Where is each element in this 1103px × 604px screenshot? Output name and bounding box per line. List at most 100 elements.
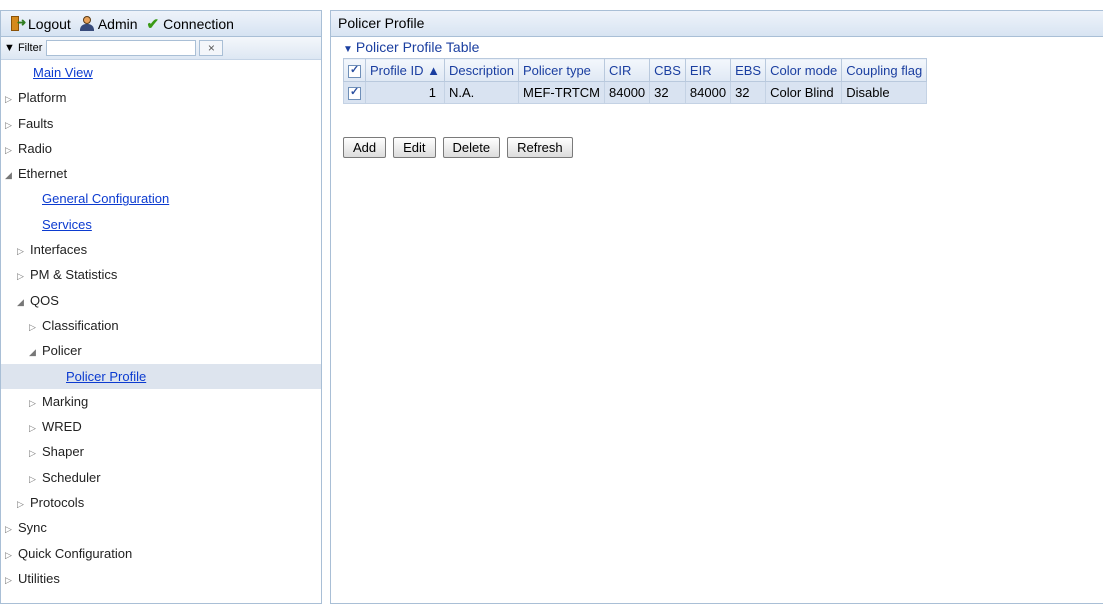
checkmark-icon: ✔	[146, 15, 160, 33]
tree-item-label: WRED	[42, 419, 82, 435]
tree-item-label: Sync	[18, 520, 47, 536]
tree-item[interactable]: ◢ QOS	[1, 288, 321, 313]
connection-label: Connection	[163, 15, 234, 32]
tree-item[interactable]: ◢ Ethernet	[1, 161, 321, 186]
filter-bar: ▼ Filter ×	[1, 37, 321, 60]
expanded-arrow-icon[interactable]: ◢	[5, 163, 18, 188]
collapsed-arrow-icon[interactable]: ▷	[17, 239, 30, 264]
tree-item-label[interactable]: General Configuration	[42, 191, 169, 206]
collapsed-arrow-icon[interactable]: ▷	[29, 416, 42, 441]
select-all-checkbox[interactable]: ✓	[348, 64, 361, 78]
tree-item[interactable]: ▷ Shaper	[1, 439, 321, 464]
table-cell: Color Blind	[765, 81, 843, 104]
column-header[interactable]: CIR	[604, 58, 651, 82]
section-toggle[interactable]: ▼ Policer Profile Table	[343, 39, 479, 55]
column-header[interactable]: Description	[443, 58, 519, 82]
connection-button[interactable]: ✔ Connection	[147, 15, 234, 33]
tree-item-label: Faults	[18, 115, 54, 131]
tree-item-label: Ethernet	[18, 166, 68, 182]
tree-item[interactable]: Main View	[1, 60, 321, 85]
tree-item[interactable]: ▷ WRED	[1, 414, 321, 439]
tree-item-label: Shaper	[42, 444, 84, 460]
tree-item[interactable]: General Configuration	[1, 186, 321, 211]
table-row[interactable]: ✓ 1 N.A. MEF-TRTCM 84000 32 84000 32 Color Blind…	[343, 81, 928, 104]
tree-item[interactable]: ▷ Quick Configuration	[1, 541, 321, 566]
expanded-arrow-icon[interactable]: ◢	[29, 340, 42, 365]
tree-item-label[interactable]: Services	[42, 217, 92, 232]
page-title: Policer Profile	[331, 11, 1103, 37]
table-cell: 1	[365, 81, 445, 104]
tree-item[interactable]: ▷ Interfaces	[1, 237, 321, 262]
column-header[interactable]: Policer type	[517, 58, 606, 82]
tree-item[interactable]: ▷ Protocols	[1, 490, 321, 515]
collapse-arrow-icon: ▼	[343, 44, 353, 55]
filter-input[interactable]	[46, 40, 197, 56]
tree-item-label: Utilities	[18, 570, 60, 586]
collapsed-arrow-icon[interactable]: ▷	[29, 467, 42, 492]
select-all-header: ✓	[343, 58, 366, 82]
collapsed-arrow-icon[interactable]: ▷	[29, 315, 42, 340]
filter-toggle[interactable]: ▼ Filter	[4, 42, 42, 54]
tree-item-label: Marking	[42, 393, 89, 409]
collapsed-arrow-icon[interactable]: ▷	[29, 441, 42, 466]
column-header[interactable]: EBS	[730, 58, 767, 82]
admin-button[interactable]: Admin	[79, 16, 138, 32]
tree-item[interactable]: ▷ Marking	[1, 389, 321, 414]
column-header[interactable]: EIR	[684, 58, 732, 82]
collapsed-arrow-icon[interactable]: ▷	[5, 138, 18, 163]
tree-item-label: Classification	[42, 317, 119, 333]
column-header[interactable]: CBS	[649, 58, 686, 82]
tree-item-label: Scheduler	[42, 469, 101, 485]
top-toolbar: ➜ Logout Admin ✔ Connection	[1, 11, 321, 37]
user-icon	[79, 16, 94, 31]
tree-item-label: Interfaces	[30, 242, 88, 258]
navigation-tree: Main View ▷ Platform ▷ Faults ▷ Radio ◢ Ethernet…	[1, 60, 321, 591]
collapsed-arrow-icon[interactable]: ▷	[29, 391, 42, 416]
tree-item[interactable]: Policer Profile	[1, 363, 321, 389]
tree-item-label: Protocols	[30, 495, 85, 511]
action-buttons: Add Edit Delete Refresh	[343, 137, 573, 158]
logout-button[interactable]: ➜ Logout	[11, 16, 71, 32]
tree-item[interactable]: ▷ Sync	[1, 515, 321, 540]
delete-button[interactable]: Delete	[442, 137, 501, 158]
collapsed-arrow-icon[interactable]: ▷	[5, 87, 18, 112]
tree-item[interactable]: Services	[1, 212, 321, 237]
table-header-row: ✓ Profile ID ▲ Description Policer type CIR…	[343, 58, 928, 82]
tree-item-label: Platform	[18, 90, 67, 106]
tree-item[interactable]: ◢ Policer	[1, 338, 321, 363]
tree-item[interactable]: ▷ Faults	[1, 111, 321, 136]
collapsed-arrow-icon[interactable]: ▷	[17, 492, 30, 517]
refresh-button[interactable]: Refresh	[507, 137, 573, 158]
tree-item[interactable]: ▷ Classification	[1, 313, 321, 338]
add-button[interactable]: Add	[343, 137, 387, 158]
collapsed-arrow-icon[interactable]: ▷	[5, 517, 18, 542]
tree-item[interactable]: ▷ Utilities	[1, 566, 321, 591]
tree-item[interactable]: ▷ Platform	[1, 85, 321, 110]
table-cell: MEF-TRTCM	[517, 81, 606, 104]
collapsed-arrow-icon[interactable]: ▷	[5, 543, 18, 568]
tree-item[interactable]: ▷ Scheduler	[1, 465, 321, 490]
policer-profile-table: ✓ Profile ID ▲ Description Policer type CIR…	[343, 58, 928, 104]
section-title: Policer Profile Table	[355, 39, 480, 55]
tree-item-label[interactable]: Main View	[33, 65, 93, 80]
tree-item-label[interactable]: Policer Profile	[66, 369, 146, 384]
clear-filter-button[interactable]: ×	[199, 40, 224, 56]
table-cell: 84000	[684, 81, 732, 104]
column-header[interactable]: Color mode	[765, 58, 843, 82]
column-header[interactable]: Profile ID ▲	[365, 58, 445, 82]
row-select-cell: ✓	[343, 81, 366, 104]
table-cell: Disable	[841, 81, 928, 104]
collapsed-arrow-icon[interactable]: ▷	[17, 264, 30, 289]
logout-label: Logout	[28, 15, 71, 32]
collapsed-arrow-icon[interactable]: ▷	[5, 568, 18, 593]
tree-item-label: Quick Configuration	[18, 545, 133, 561]
main-panel: Policer Profile ▼ Policer Profile Table ✓…	[330, 10, 1103, 604]
edit-button[interactable]: Edit	[393, 137, 436, 158]
column-header[interactable]: Coupling flag	[841, 58, 928, 82]
collapsed-arrow-icon[interactable]: ▷	[5, 113, 18, 138]
row-checkbox[interactable]: ✓	[348, 86, 361, 101]
expanded-arrow-icon[interactable]: ◢	[17, 290, 30, 315]
table-cell: 84000	[604, 81, 651, 104]
tree-item[interactable]: ▷ PM & Statistics	[1, 262, 321, 287]
tree-item[interactable]: ▷ Radio	[1, 136, 321, 161]
